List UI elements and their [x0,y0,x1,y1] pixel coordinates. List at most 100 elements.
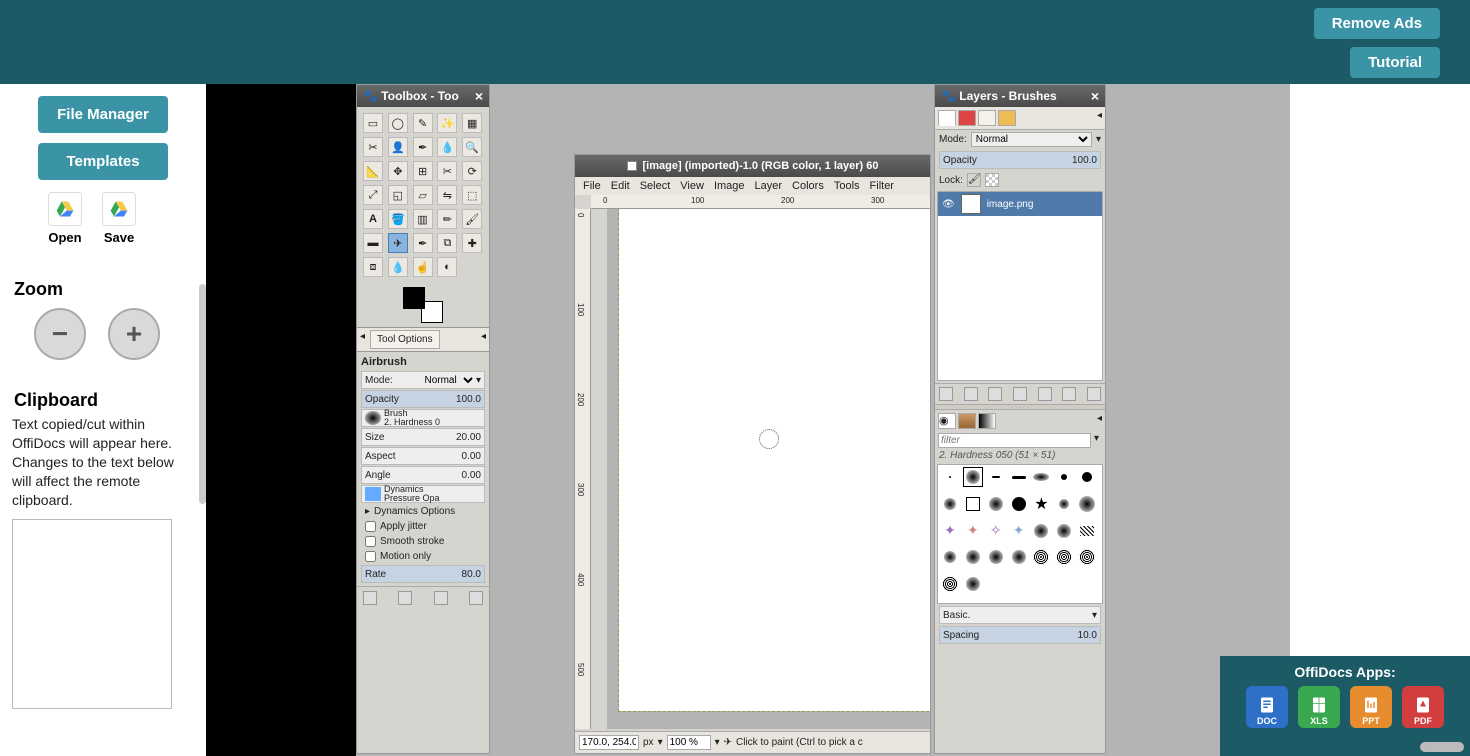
fg-bg-color[interactable] [403,287,443,323]
status-zoom[interactable] [667,735,711,750]
brush-item[interactable] [1055,495,1073,513]
save-gdrive-button[interactable]: Save [102,192,136,245]
brush-item[interactable] [1032,548,1050,566]
menu-filters[interactable]: Filter [870,180,894,192]
brush-item[interactable] [1078,468,1096,486]
spacing-slider[interactable]: Spacing 10.0 [939,626,1101,644]
tool-bucket[interactable]: 🪣 [388,209,408,229]
app-xls[interactable]: XLS [1298,686,1340,728]
apply-jitter-checkbox[interactable] [365,521,376,532]
menu-image[interactable]: Image [714,180,745,192]
size-slider[interactable]: Size 20.00 [361,428,485,446]
tool-flip[interactable]: ⇋ [437,185,457,205]
brush-item[interactable] [1032,468,1050,486]
tool-options-tab[interactable]: Tool Options [370,330,440,349]
menu-tools[interactable]: Tools [834,180,860,192]
tool-color-select[interactable]: ▦ [462,113,482,133]
status-unit[interactable]: px [643,737,654,748]
brush-item[interactable] [1078,522,1096,540]
app-doc[interactable]: DOC [1246,686,1288,728]
brush-item[interactable] [941,575,959,593]
tool-pencil[interactable]: ✏ [437,209,457,229]
brush-item[interactable] [941,468,959,486]
tool-clone[interactable]: ⧉ [437,233,457,253]
menu-edit[interactable]: Edit [611,180,630,192]
tool-crop[interactable]: ✂ [437,161,457,181]
raise-layer-icon[interactable] [988,387,1002,401]
lock-alpha-icon[interactable] [985,173,999,187]
tab-layers[interactable] [938,110,956,126]
status-coord[interactable] [579,735,639,750]
tool-color-picker[interactable]: 💧 [437,137,457,157]
zoom-out-button[interactable]: − [34,308,86,360]
menu-file[interactable]: File [583,180,601,192]
brush-item[interactable] [987,495,1005,513]
open-gdrive-button[interactable]: Open [48,192,82,245]
tool-dodge[interactable]: ◐ [437,257,457,277]
tool-text[interactable]: A [363,209,383,229]
brush-item[interactable] [987,468,1005,486]
save-preset-icon[interactable] [363,591,377,605]
scrollbar[interactable] [199,284,206,504]
dock-menu-arrow-icon[interactable]: ◂ [478,328,489,351]
tool-ink[interactable]: ✒ [413,233,433,253]
tool-rect-select[interactable]: ▭ [363,113,383,133]
brush-item[interactable] [1010,468,1028,486]
tab-channels[interactable] [958,110,976,126]
dropdown-icon[interactable]: ▾ [1096,134,1101,145]
anchor-layer-icon[interactable] [1062,387,1076,401]
toolbox-title-bar[interactable]: 🐾 Toolbox - Too × [357,85,489,107]
tab-patterns[interactable] [958,413,976,429]
layer-opacity-slider[interactable]: Opacity 100.0 [939,151,1101,169]
smooth-stroke-checkbox[interactable] [365,536,376,547]
app-ppt[interactable]: PPT [1350,686,1392,728]
menu-layer[interactable]: Layer [755,180,783,192]
tool-paths[interactable]: ✒ [413,137,433,157]
canvas[interactable] [619,209,930,711]
dropdown-icon[interactable]: ▾ [715,737,720,748]
brush-item[interactable] [1078,495,1096,513]
ruler-horizontal[interactable]: 0 100 200 300 [591,195,930,209]
angle-slider[interactable]: Angle 0.00 [361,466,485,484]
tool-move[interactable]: ✥ [388,161,408,181]
tool-align[interactable]: ⊞ [413,161,433,181]
brush-row[interactable]: Brush 2. Hardness 0 [361,409,485,427]
tool-scissors[interactable]: ✂ [363,137,383,157]
mode-select[interactable]: Normal [420,374,475,387]
reset-preset-icon[interactable] [469,591,483,605]
rate-slider[interactable]: Rate 80.0 [361,565,485,583]
brush-item[interactable] [941,495,959,513]
tool-smudge[interactable]: ☝ [413,257,433,277]
close-icon[interactable]: × [1091,88,1099,104]
file-manager-button[interactable]: File Manager [38,96,168,133]
layer-name[interactable]: image.png [987,199,1034,210]
tool-airbrush[interactable]: ✈ [388,233,408,253]
brush-item[interactable] [964,548,982,566]
brush-item[interactable] [1055,522,1073,540]
layers-title-bar[interactable]: 🐾 Layers - Brushes × [935,85,1105,107]
tool-rotate[interactable]: ⟳ [462,161,482,181]
brush-item[interactable] [1010,548,1028,566]
new-layer-icon[interactable] [939,387,953,401]
tab-gradients[interactable] [978,413,996,429]
delete-layer-icon[interactable] [1087,387,1101,401]
brush-item[interactable] [964,575,982,593]
tutorial-button[interactable]: Tutorial [1350,47,1440,78]
image-title-bar[interactable]: [image] (imported)-1.0 (RGB color, 1 lay… [575,155,930,177]
brush-item[interactable]: ✦ [1010,522,1028,540]
layer-mode-select[interactable]: Normal [971,132,1092,147]
tab-undo[interactable] [998,110,1016,126]
brush-item[interactable] [941,548,959,566]
tool-blur[interactable]: 💧 [388,257,408,277]
delete-preset-icon[interactable] [434,591,448,605]
templates-button[interactable]: Templates [38,143,168,180]
dynamics-row[interactable]: Dynamics Pressure Opa [361,485,485,503]
brush-item[interactable]: ✧ [987,522,1005,540]
canvas-area[interactable] [607,209,930,729]
brush-item[interactable] [1010,495,1028,513]
tool-perspective-clone[interactable]: ⧈ [363,257,383,277]
tool-foreground[interactable]: 👤 [388,137,408,157]
brush-item[interactable] [1055,548,1073,566]
dynamics-options-expander[interactable]: ▸Dynamics Options [361,504,485,519]
ruler-vertical[interactable]: 0 100 200 300 400 500 [575,209,591,729]
